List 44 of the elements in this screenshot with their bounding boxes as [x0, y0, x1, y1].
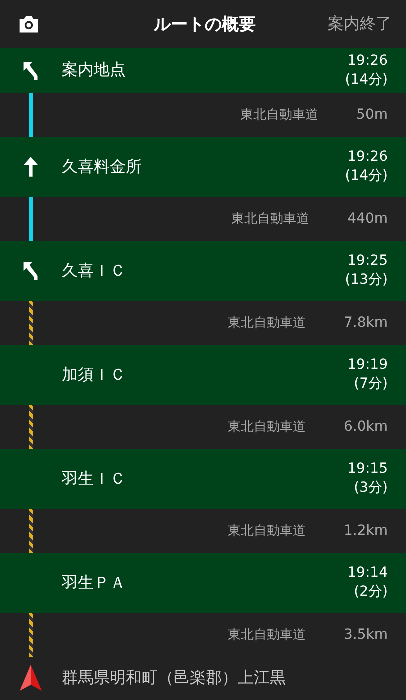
arrival-time: 19:15 — [348, 460, 388, 479]
road-name: 東北自動車道 — [240, 107, 319, 124]
turn-left-arrow-icon — [22, 60, 40, 82]
arrival-time: 19:26 — [348, 52, 388, 70]
waypoint-name: 案内地点 — [62, 60, 127, 81]
remaining-time: (13分) — [345, 271, 388, 290]
distance: 7.8km — [344, 315, 388, 331]
remaining-time: (7分) — [354, 375, 388, 394]
straight-arrow-icon — [22, 156, 40, 178]
remaining-time: (3分) — [354, 479, 388, 498]
turn-left-arrow-icon — [22, 260, 40, 282]
arrival-time: 19:19 — [348, 356, 388, 375]
road-name: 東北自動車道 — [226, 523, 306, 540]
camera-icon[interactable] — [18, 14, 40, 34]
waypoint-row[interactable]: 久喜ＩＣ 19:25 (13分) — [0, 241, 406, 301]
waypoint-row[interactable]: 案内地点 19:26 (14分) — [0, 48, 406, 93]
location-arrow-icon — [19, 664, 43, 692]
waypoint-name: 加須ＩＣ — [62, 364, 127, 386]
waypoint-name: 羽生ＩＣ — [62, 468, 127, 490]
arrival-time: 19:14 — [348, 564, 388, 583]
waypoint-row[interactable]: 加須ＩＣ 19:19 (7分) — [0, 345, 406, 405]
arrival-time: 19:26 — [348, 148, 388, 167]
distance: 50m — [356, 107, 388, 123]
road-name: 東北自動車道 — [230, 211, 310, 228]
arrival-time: 19:25 — [348, 252, 388, 271]
waypoint-row[interactable]: 羽生ＩＣ 19:15 (3分) — [0, 449, 406, 509]
waypoint-name: 羽生ＰＡ — [62, 572, 127, 594]
road-name: 東北自動車道 — [226, 315, 306, 332]
waypoint-row[interactable]: 久喜料金所 19:26 (14分) — [0, 137, 406, 197]
end-guidance-button[interactable]: 案内終了 — [328, 14, 392, 34]
road-name: 東北自動車道 — [226, 627, 306, 644]
distance: 1.2km — [344, 523, 388, 539]
destination-name: 群馬県明和町（邑楽郡）上江黒 — [62, 668, 286, 688]
distance: 3.5km — [344, 627, 388, 643]
remaining-time: (14分) — [345, 167, 388, 186]
remaining-time: (14分) — [345, 70, 388, 90]
distance: 440m — [348, 211, 388, 227]
remaining-time: (2分) — [354, 583, 388, 602]
distance: 6.0km — [344, 419, 388, 435]
waypoint-name: 久喜料金所 — [62, 156, 143, 178]
road-name: 東北自動車道 — [226, 419, 306, 436]
screen-title: ルートの概要 — [154, 14, 256, 36]
waypoint-name: 久喜ＩＣ — [62, 260, 127, 282]
waypoint-row[interactable]: 羽生ＰＡ 19:14 (2分) — [0, 553, 406, 613]
